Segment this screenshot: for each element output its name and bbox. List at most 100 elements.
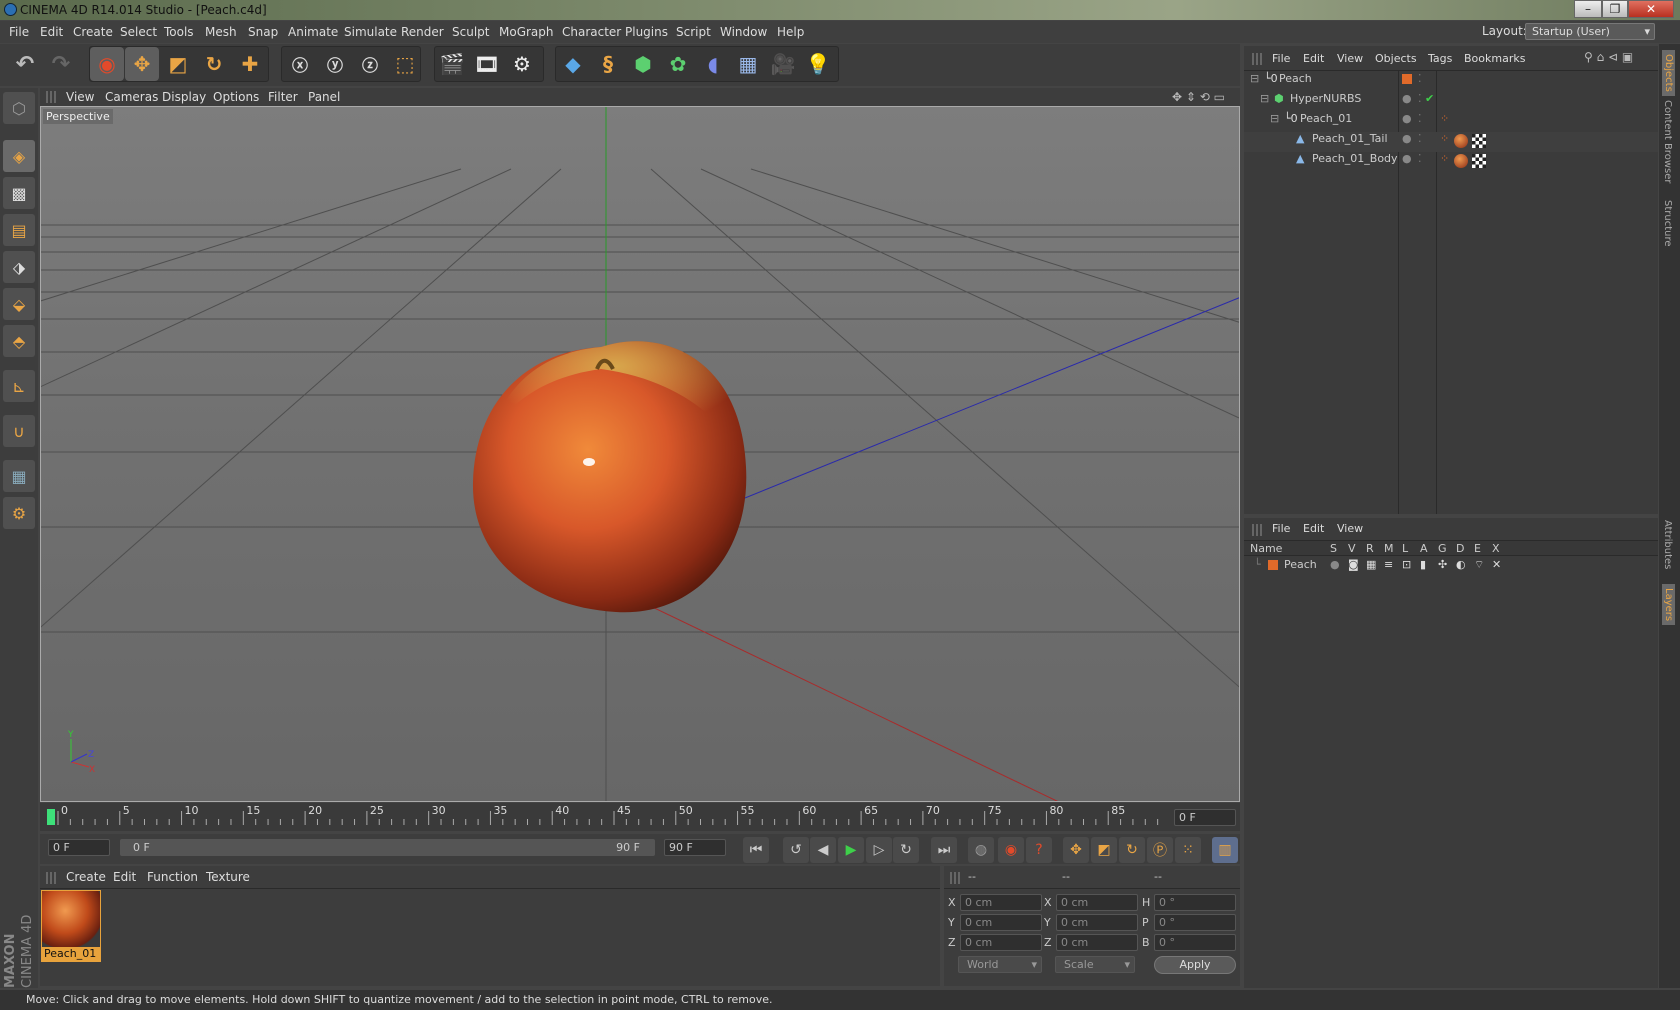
layer-dot[interactable]: ●: [1402, 132, 1412, 145]
object-row-peach01-tail[interactable]: ▲ Peach_01_Tail ● ⁚ ⁘: [1244, 132, 1658, 152]
uvw-tag-icon[interactable]: [1472, 134, 1486, 148]
solo-toggle-icon[interactable]: ●: [1330, 558, 1340, 571]
camera-icon[interactable]: 🎥: [766, 47, 800, 81]
column-expressions[interactable]: E: [1474, 542, 1481, 555]
object-menu-tags[interactable]: Tags: [1428, 52, 1452, 65]
collapse-icon[interactable]: ⊟: [1270, 112, 1279, 125]
coord-pos-y-field[interactable]: 0 cm: [960, 914, 1042, 931]
panel-grip[interactable]: [46, 872, 56, 884]
coordinate-space-dropdown[interactable]: World ▾: [958, 956, 1042, 973]
scale-tool-icon[interactable]: ◩: [161, 47, 195, 81]
viewport-menu-panel[interactable]: Panel: [308, 90, 340, 104]
points-mode-icon[interactable]: ⬗: [3, 251, 35, 283]
column-manager[interactable]: M: [1384, 542, 1394, 555]
tab-attributes[interactable]: Attributes: [1662, 520, 1673, 569]
deformers-toggle-icon[interactable]: ◐: [1456, 558, 1466, 571]
viewport-menu-view[interactable]: View: [66, 90, 94, 104]
menu-animate[interactable]: Animate: [288, 25, 338, 39]
spline-icon[interactable]: §: [591, 47, 625, 81]
material-tag-icon[interactable]: [1454, 154, 1468, 168]
generators-toggle-icon[interactable]: ✣: [1438, 558, 1447, 571]
size-mode-dropdown[interactable]: Scale ▾: [1055, 956, 1135, 973]
object-row-hypernurbs[interactable]: ⊟ ⬢ HyperNURBS ● ⁚ ✔: [1244, 92, 1658, 112]
current-frame-field[interactable]: 0 F: [1174, 809, 1236, 826]
go-to-start-icon[interactable]: ⏮: [743, 837, 769, 863]
object-row-peach01-body[interactable]: ▲ Peach_01_Body ● ⁚ ⁘: [1244, 152, 1658, 172]
frame-range-slider[interactable]: 0 F 90 F: [120, 839, 655, 856]
peach-model[interactable]: [472, 341, 747, 613]
column-locked[interactable]: L: [1402, 542, 1408, 555]
collapse-icon[interactable]: ⊟: [1260, 92, 1269, 105]
floor-icon[interactable]: ▦: [731, 47, 765, 81]
menu-character[interactable]: Character: [562, 25, 621, 39]
material-tag-icon[interactable]: [1454, 134, 1468, 148]
maximize-button[interactable]: ❐: [1602, 0, 1628, 18]
y-axis-lock-icon[interactable]: ⓨ: [318, 47, 352, 81]
timeline-ruler[interactable]: 051015202530354045505560657075808590 0 F: [40, 803, 1240, 831]
texture-mode-icon[interactable]: ▩: [3, 177, 35, 209]
layer-menu-view[interactable]: View: [1337, 522, 1363, 535]
tag-icon[interactable]: ⁘: [1440, 132, 1449, 145]
coord-rot-p-field[interactable]: 0 °: [1154, 914, 1236, 931]
column-name[interactable]: Name: [1250, 542, 1282, 555]
timeline-playhead[interactable]: [47, 809, 55, 825]
axis-mode-icon[interactable]: ⊾: [3, 370, 35, 402]
column-deformers[interactable]: D: [1456, 542, 1464, 555]
view-toggle-icon[interactable]: ◙: [1348, 558, 1359, 571]
viewport-menu-display[interactable]: Display: [162, 90, 206, 104]
live-selection-icon[interactable]: ◉: [90, 47, 124, 81]
render-picture-viewer-icon[interactable]: 🎞: [470, 47, 504, 81]
menu-edit[interactable]: Edit: [40, 25, 63, 39]
tag-icon[interactable]: ⁘: [1440, 112, 1449, 125]
collapse-icon[interactable]: ⊟: [1250, 72, 1259, 85]
render-settings-icon[interactable]: ⚙: [505, 47, 539, 81]
layer-color-swatch[interactable]: [1402, 74, 1412, 84]
previous-key-icon[interactable]: ↺: [783, 837, 809, 863]
viewport-menu-filter[interactable]: Filter: [268, 90, 298, 104]
object-manager-tool-icons[interactable]: ⚲ ⌂ ⊲ ▣: [1584, 50, 1633, 64]
viewport-navigation-icons[interactable]: ✥ ⇕ ⟲ ▭: [1172, 90, 1225, 104]
cube-icon[interactable]: ◆: [556, 47, 590, 81]
menu-simulate[interactable]: Simulate: [344, 25, 397, 39]
material-menu-create[interactable]: Create: [66, 870, 106, 884]
deformer-icon[interactable]: ◖: [696, 47, 730, 81]
object-menu-file[interactable]: File: [1272, 52, 1290, 65]
key-parameter-icon[interactable]: Ⓟ: [1147, 837, 1173, 863]
column-solo[interactable]: S: [1330, 542, 1337, 555]
visibility-dots[interactable]: ⁚: [1418, 92, 1422, 105]
visibility-dots[interactable]: ⁚: [1418, 112, 1422, 125]
close-button[interactable]: ✕: [1628, 0, 1674, 18]
key-position-icon[interactable]: ✥: [1063, 837, 1089, 863]
model-mode-icon[interactable]: ◈: [3, 140, 35, 172]
help-icon[interactable]: ?: [1026, 837, 1052, 863]
coordinate-system-icon[interactable]: ⬚: [388, 47, 422, 81]
make-editable-icon[interactable]: ⬡: [3, 92, 35, 124]
xrefs-toggle-icon[interactable]: ✕: [1492, 558, 1501, 571]
coord-rot-h-field[interactable]: 0 °: [1154, 894, 1236, 911]
undo-button[interactable]: ↶: [8, 47, 42, 81]
key-scale-icon[interactable]: ◩: [1091, 837, 1117, 863]
key-pla-icon[interactable]: ⁙: [1175, 837, 1201, 863]
panel-grip[interactable]: [950, 872, 960, 884]
z-axis-lock-icon[interactable]: ⓩ: [353, 47, 387, 81]
material-menu-edit[interactable]: Edit: [113, 870, 136, 884]
panel-grip[interactable]: [1252, 53, 1262, 65]
tab-content-browser[interactable]: Content Browser: [1662, 100, 1673, 183]
layer-dot[interactable]: ●: [1402, 112, 1412, 125]
coord-pos-z-field[interactable]: 0 cm: [960, 934, 1042, 951]
visibility-dots[interactable]: ⁚: [1418, 152, 1422, 165]
column-render[interactable]: R: [1366, 542, 1374, 555]
column-generators[interactable]: G: [1438, 542, 1447, 555]
layer-color-swatch[interactable]: [1268, 560, 1278, 570]
column-view[interactable]: V: [1348, 542, 1356, 555]
workplane-mode-icon[interactable]: ▤: [3, 214, 35, 246]
coord-rot-b-field[interactable]: 0 °: [1154, 934, 1236, 951]
object-menu-view[interactable]: View: [1337, 52, 1363, 65]
menu-snap[interactable]: Snap: [248, 25, 278, 39]
rotate-tool-icon[interactable]: ↻: [197, 47, 231, 81]
layer-menu-file[interactable]: File: [1272, 522, 1290, 535]
go-to-end-icon[interactable]: ⏭: [931, 837, 957, 863]
layout-dropdown[interactable]: Startup (User) ▾: [1525, 23, 1655, 40]
key-rotation-icon[interactable]: ↻: [1119, 837, 1145, 863]
visibility-dots[interactable]: ⁚: [1418, 132, 1422, 145]
